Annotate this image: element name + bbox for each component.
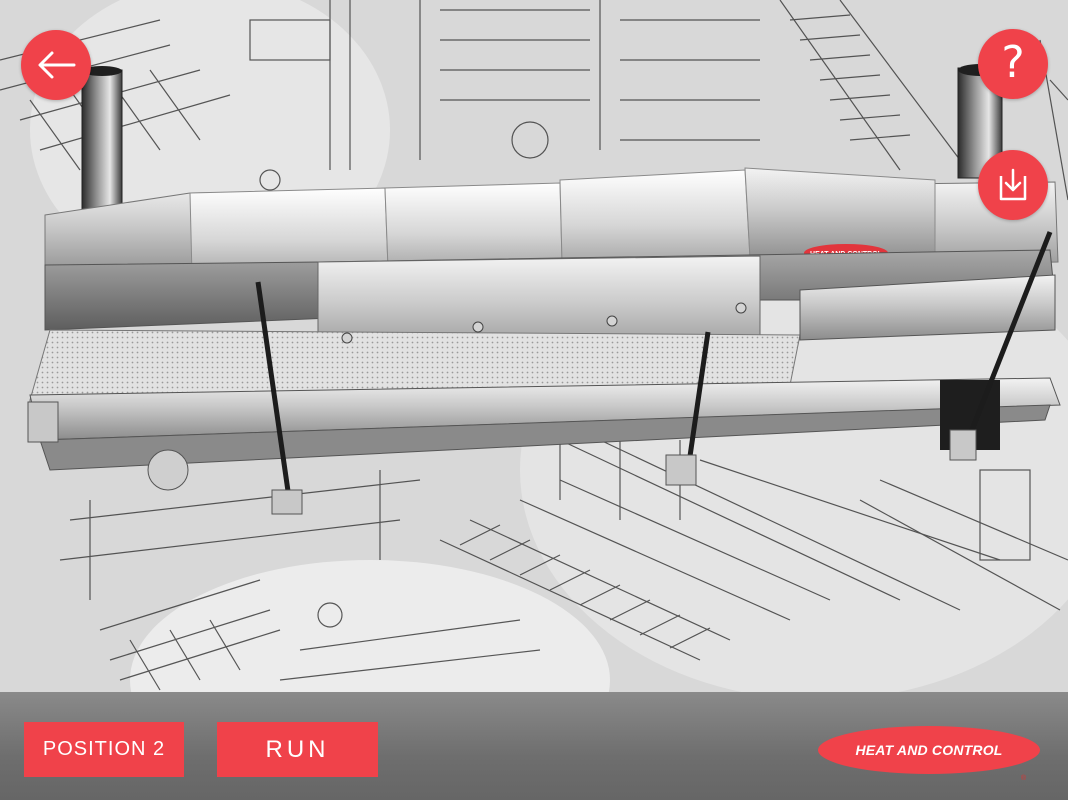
ar-camera-view[interactable]: HEAT AND CONTROL xyxy=(0,0,1068,692)
back-button[interactable] xyxy=(21,30,91,100)
download-icon xyxy=(995,166,1031,204)
bottom-control-bar: POSITION 2 RUN HEAT AND CONTROL ® xyxy=(0,692,1068,800)
registered-mark: ® xyxy=(1020,775,1026,782)
help-button[interactable]: ? xyxy=(978,29,1048,99)
position-button-label: POSITION 2 xyxy=(42,738,166,760)
logo-oval: HEAT AND CONTROL xyxy=(818,726,1040,774)
logo-text: HEAT AND CONTROL xyxy=(855,742,1003,758)
arrow-left-icon xyxy=(36,50,76,80)
run-button[interactable]: RUN xyxy=(217,722,378,777)
position-button[interactable]: POSITION 2 xyxy=(24,722,184,777)
download-button[interactable] xyxy=(978,150,1048,220)
question-mark-icon: ? xyxy=(1001,37,1025,88)
run-button-label: RUN xyxy=(265,735,330,763)
heat-and-control-logo: HEAT AND CONTROL ® xyxy=(818,726,1040,782)
